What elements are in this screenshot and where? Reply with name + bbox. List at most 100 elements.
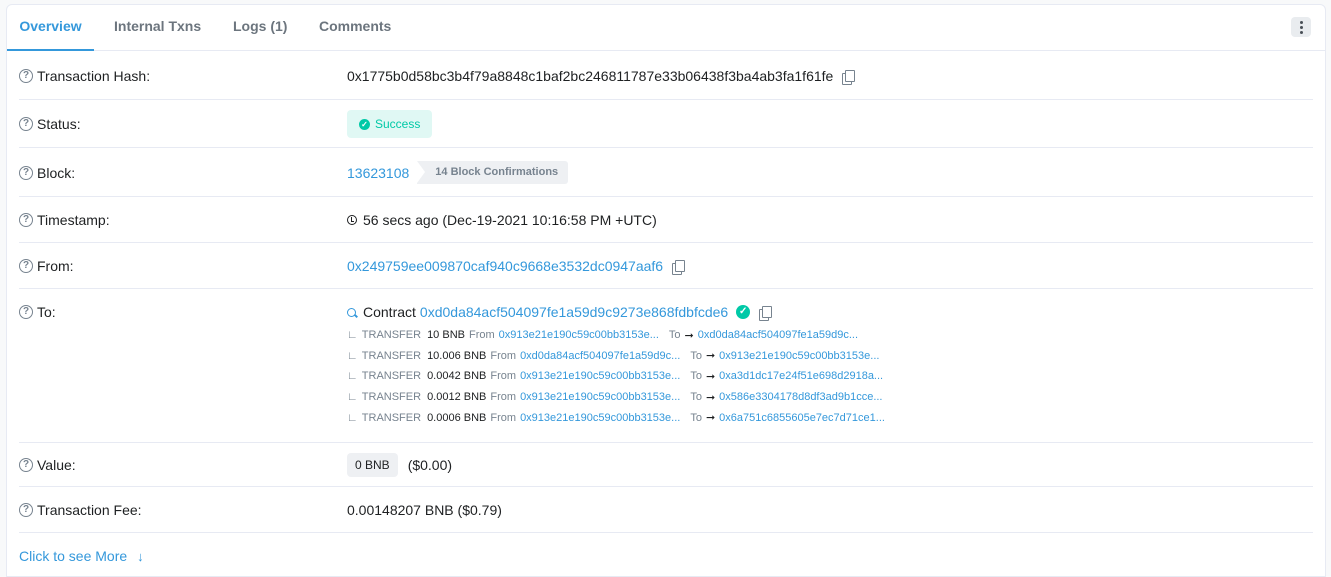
transfer-item: ∟ TRANSFER 0.0042 BNB From 0x913e21e190c… — [347, 366, 885, 387]
label-value: ? Value: — [19, 457, 76, 473]
transfer-amount: 10 BNB — [427, 329, 465, 342]
contract-prefix: Contract — [363, 304, 416, 320]
status-badge: ✓ Success — [347, 110, 433, 138]
label-text: From: — [37, 258, 74, 274]
row-transaction-hash: ? Transaction Hash: 0x1775b0d58bc3b4f79a… — [19, 51, 1313, 100]
label-timestamp: ? Timestamp: — [19, 212, 110, 228]
row-to: ? To: Contract 0xd0da84acf504097fe1a59d9… — [19, 289, 1313, 443]
label-status: ? Status: — [19, 116, 81, 132]
block-number-link[interactable]: 13623108 — [347, 165, 409, 181]
transfer-to-label: To — [690, 391, 702, 404]
transfer-from-label: From — [490, 370, 517, 383]
tab-overview[interactable]: Overview — [7, 5, 94, 51]
label-text: Transaction Fee: — [37, 502, 142, 518]
more-options-button[interactable] — [1291, 17, 1311, 37]
tab-internal-txns[interactable]: Internal Txns — [114, 5, 201, 51]
transaction-fee-text: 0.00148207 BNB ($0.79) — [347, 502, 502, 518]
more-dot-icon — [1299, 20, 1303, 24]
transfer-from-label: From — [490, 349, 517, 362]
transfer-amount: 0.0012 BNB — [427, 391, 487, 404]
transfer-to-link[interactable]: 0x913e21e190c59c00bb3153e... — [719, 350, 879, 362]
row-timestamp: ? Timestamp: 56 secs ago (Dec-19-2021 10… — [19, 197, 1313, 243]
copy-icon[interactable] — [672, 259, 686, 275]
tab-comments[interactable]: Comments — [319, 5, 391, 51]
row-transaction-fee: ? Transaction Fee: 0.00148207 BNB ($0.79… — [19, 487, 1313, 533]
transfer-amount: 0.0042 BNB — [427, 370, 487, 383]
label-to: ? To: — [19, 304, 56, 320]
transfer-type: TRANSFER — [361, 391, 422, 404]
transaction-hash-text: 0x1775b0d58bc3b4f79a8848c1baf2bc24681178… — [347, 68, 834, 84]
tab-logs[interactable]: Logs (1) — [233, 5, 287, 51]
tab-bar: Overview Internal Txns Logs (1) Comments — [7, 5, 1325, 51]
transfer-from-link[interactable]: 0x913e21e190c59c00bb3153e... — [520, 370, 680, 382]
transfer-to-link[interactable]: 0x586e3304178d8df3ad9b1cce... — [719, 391, 882, 403]
transfer-to-label: To — [690, 411, 702, 424]
from-address-link[interactable]: 0x249759ee009870caf940c9668e3532dc0947aa… — [347, 258, 663, 274]
label-text: To: — [37, 304, 56, 320]
tree-branch-icon: ∟ — [347, 329, 358, 342]
transfer-item: ∟ TRANSFER 0.0012 BNB From 0x913e21e190c… — [347, 387, 885, 408]
transfer-type: TRANSFER — [361, 411, 422, 424]
to-contract-link[interactable]: 0xd0da84acf504097fe1a59d9c9273e868fdbfcd… — [420, 304, 728, 320]
transfer-from-link[interactable]: 0x913e21e190c59c00bb3153e... — [520, 391, 680, 403]
label-text: Transaction Hash: — [37, 68, 151, 84]
arrow-right-icon: ➞ — [705, 391, 716, 404]
more-dot-icon — [1299, 30, 1303, 34]
value-timestamp: 56 secs ago (Dec-19-2021 10:16:58 PM +UT… — [347, 212, 657, 228]
transfer-from-label: From — [490, 411, 517, 424]
help-icon[interactable]: ? — [19, 166, 33, 180]
transfer-item: ∟ TRANSFER 10 BNB From 0x913e21e190c59c0… — [347, 325, 885, 346]
help-icon[interactable]: ? — [19, 69, 33, 83]
copy-icon[interactable] — [842, 69, 856, 85]
row-status: ? Status: ✓ Success — [19, 100, 1313, 148]
value-usd-text: ($0.00) — [407, 457, 453, 473]
transfer-item: ∟ TRANSFER 0.0006 BNB From 0x913e21e190c… — [347, 407, 885, 428]
value-transaction-hash: 0x1775b0d58bc3b4f79a8848c1baf2bc24681178… — [347, 68, 856, 85]
transaction-card: Overview Internal Txns Logs (1) Comments… — [6, 4, 1326, 577]
help-icon[interactable]: ? — [19, 213, 33, 227]
help-icon[interactable]: ? — [19, 503, 33, 517]
value-to: Contract 0xd0da84acf504097fe1a59d9c9273e… — [347, 304, 773, 321]
tree-branch-icon: ∟ — [347, 349, 358, 362]
arrow-right-icon: ➞ — [684, 329, 694, 342]
help-icon[interactable]: ? — [19, 305, 33, 319]
help-icon[interactable]: ? — [19, 117, 33, 131]
value-value: 0 BNB ($0.00) — [347, 453, 452, 477]
label-text: Timestamp: — [37, 212, 110, 228]
transfer-to-link[interactable]: 0xa3d1dc17e24f51e698d2918a... — [719, 370, 883, 382]
transfer-type: TRANSFER — [361, 349, 422, 362]
contract-search-icon[interactable] — [347, 307, 356, 317]
status-text: Success — [375, 117, 421, 131]
arrow-down-icon: ↓ — [137, 548, 144, 564]
transfer-from-link[interactable]: 0x913e21e190c59c00bb3153e... — [499, 329, 659, 341]
help-icon[interactable]: ? — [19, 259, 33, 273]
transfer-from-link[interactable]: 0xd0da84acf504097fe1a59d9c... — [520, 350, 680, 362]
transfer-from-link[interactable]: 0x913e21e190c59c00bb3153e... — [520, 412, 680, 424]
value-status: ✓ Success — [347, 110, 433, 138]
arrow-right-icon: ➞ — [705, 350, 716, 363]
transfer-amount: 0.0006 BNB — [427, 411, 487, 424]
row-block: ? Block: 13623108 14 Block Confirmations — [19, 148, 1313, 197]
block-confirmations-badge: 14 Block Confirmations — [417, 161, 569, 184]
transfer-to-label: To — [668, 329, 681, 342]
transfer-type: TRANSFER — [361, 370, 422, 383]
value-amount-badge: 0 BNB — [347, 453, 398, 477]
copy-icon[interactable] — [759, 305, 773, 321]
help-icon[interactable]: ? — [19, 458, 33, 472]
value-transaction-fee: 0.00148207 BNB ($0.79) — [347, 502, 502, 518]
clock-icon — [347, 215, 357, 225]
see-more-link[interactable]: Click to see More ↓ — [19, 548, 144, 564]
transfer-to-link[interactable]: 0xd0da84acf504097fe1a59d9c... — [698, 329, 858, 341]
arrow-right-icon: ➞ — [705, 412, 716, 425]
row-value: ? Value: 0 BNB ($0.00) — [19, 443, 1313, 487]
transfer-amount: 10.006 BNB — [427, 349, 487, 362]
label-from: ? From: — [19, 258, 74, 274]
tree-branch-icon: ∟ — [347, 391, 358, 404]
label-text: Block: — [37, 165, 76, 181]
transfer-item: ∟ TRANSFER 10.006 BNB From 0xd0da84acf50… — [347, 346, 885, 367]
label-text: Value: — [37, 457, 76, 473]
label-text: Status: — [37, 116, 81, 132]
transfer-to-label: To — [690, 349, 702, 362]
tree-branch-icon: ∟ — [347, 411, 358, 424]
transfer-to-link[interactable]: 0x6a751c6855605e7ec7d71ce1... — [719, 412, 885, 424]
